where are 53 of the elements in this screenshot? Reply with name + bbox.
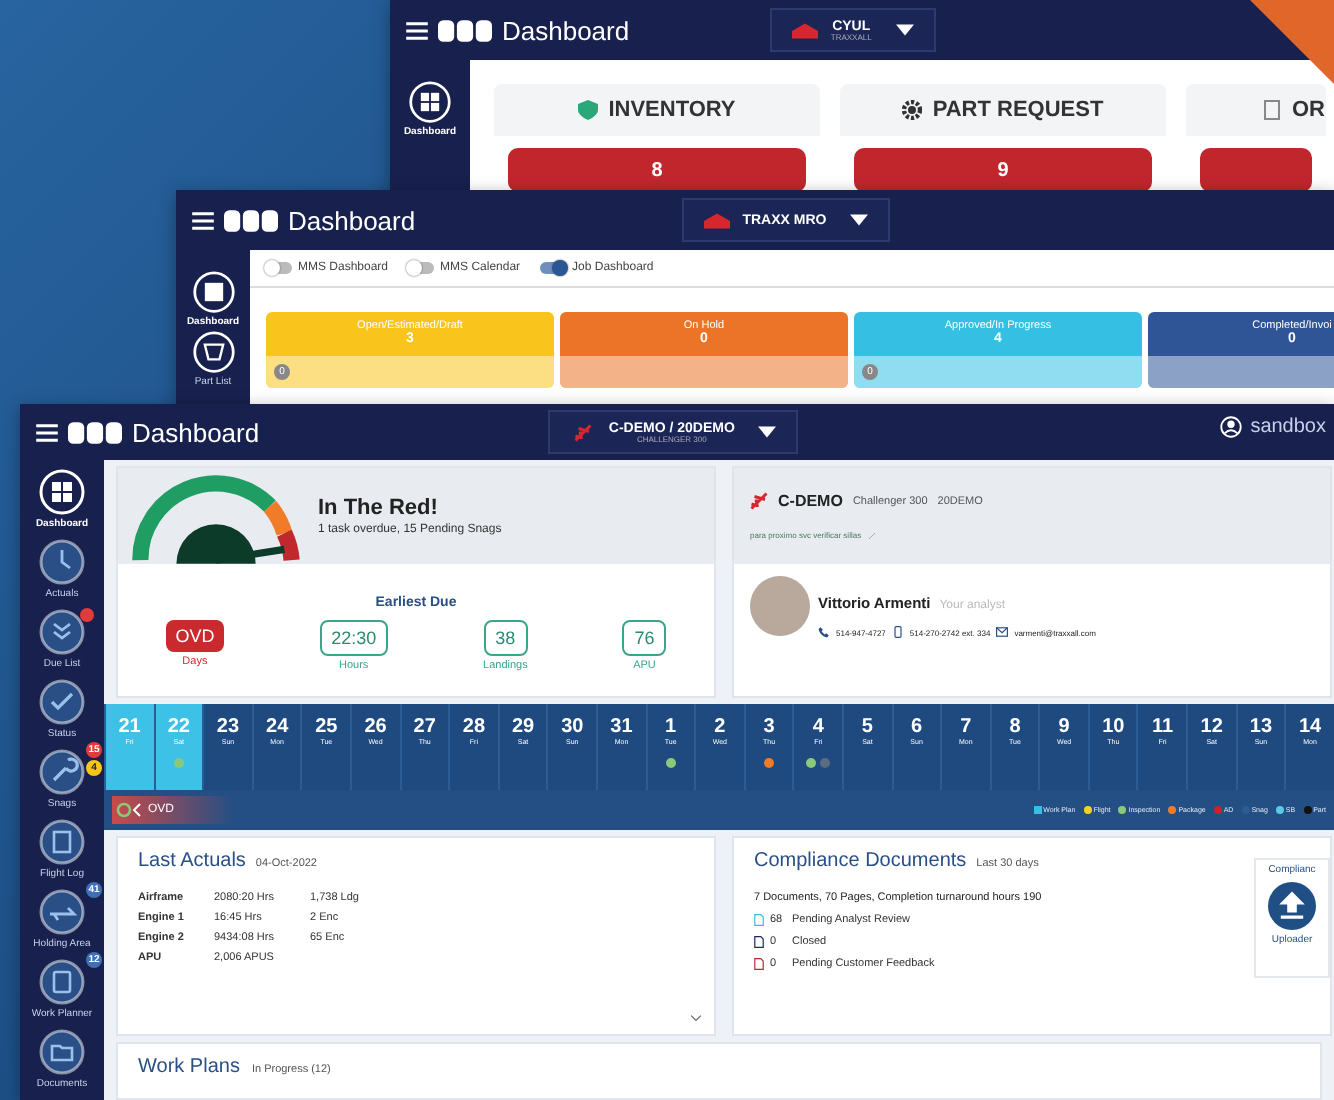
due-value: OVD xyxy=(165,620,225,652)
card-title: INVENTORY xyxy=(608,98,736,122)
avatar-placeholder xyxy=(750,576,810,636)
card-title: Last Actuals xyxy=(138,850,246,872)
menu-icon[interactable] xyxy=(192,211,214,229)
user-menu[interactable]: sandbox xyxy=(1220,416,1326,438)
window-title: Dashboard xyxy=(132,417,260,447)
logo-icon xyxy=(68,421,122,443)
count-button[interactable]: 9 xyxy=(854,148,1152,192)
window-title: Dashboard xyxy=(288,205,416,235)
folder-icon xyxy=(38,1028,86,1076)
logo-icon xyxy=(224,209,278,231)
dashboard-icon xyxy=(38,468,86,516)
due-value: 76 xyxy=(622,620,667,656)
mobile-phone-icon xyxy=(891,626,904,638)
caret-icon xyxy=(850,214,869,226)
card-title: Compliance Documents xyxy=(754,850,967,872)
card-title: Work Plans xyxy=(138,1056,240,1078)
document-icon xyxy=(1262,100,1282,120)
dashboard-icon xyxy=(191,270,235,314)
chevron-down-icon[interactable] xyxy=(690,1014,702,1022)
menu-icon[interactable] xyxy=(36,423,58,441)
back-icon[interactable] xyxy=(116,802,144,818)
due-value: 22:30 xyxy=(319,620,389,656)
menu-icon[interactable] xyxy=(406,21,428,39)
check-icon xyxy=(38,678,86,726)
phone-icon xyxy=(818,626,830,638)
card-title: OR xyxy=(1292,98,1325,122)
status-title: In The Red! xyxy=(318,496,440,520)
checklist-icon xyxy=(38,608,86,656)
dashboard-icon xyxy=(408,80,452,124)
clipboard-icon xyxy=(38,958,86,1006)
caret-icon xyxy=(758,426,777,438)
gear-icon xyxy=(902,100,923,120)
shield-icon xyxy=(578,100,599,120)
corner-decoration xyxy=(1250,0,1334,84)
due-value: 38 xyxy=(483,620,528,656)
card-title: PART REQUEST xyxy=(932,98,1104,122)
user-icon xyxy=(1220,416,1243,438)
hangar-icon xyxy=(792,21,819,39)
count-button[interactable]: 8 xyxy=(508,148,806,192)
cart-icon xyxy=(191,330,235,374)
aircraft-registration: C-DEMO xyxy=(778,492,843,510)
logo-icon xyxy=(438,19,492,41)
hangar-icon xyxy=(704,211,731,229)
clock-icon xyxy=(38,538,86,586)
email-icon xyxy=(996,626,1009,638)
count-bar xyxy=(1200,148,1311,192)
window-title: Dashboard xyxy=(502,15,630,45)
wrench-icon xyxy=(38,748,86,796)
logbook-icon xyxy=(38,818,86,866)
caret-icon xyxy=(895,24,914,36)
upload-icon[interactable] xyxy=(1268,882,1316,930)
